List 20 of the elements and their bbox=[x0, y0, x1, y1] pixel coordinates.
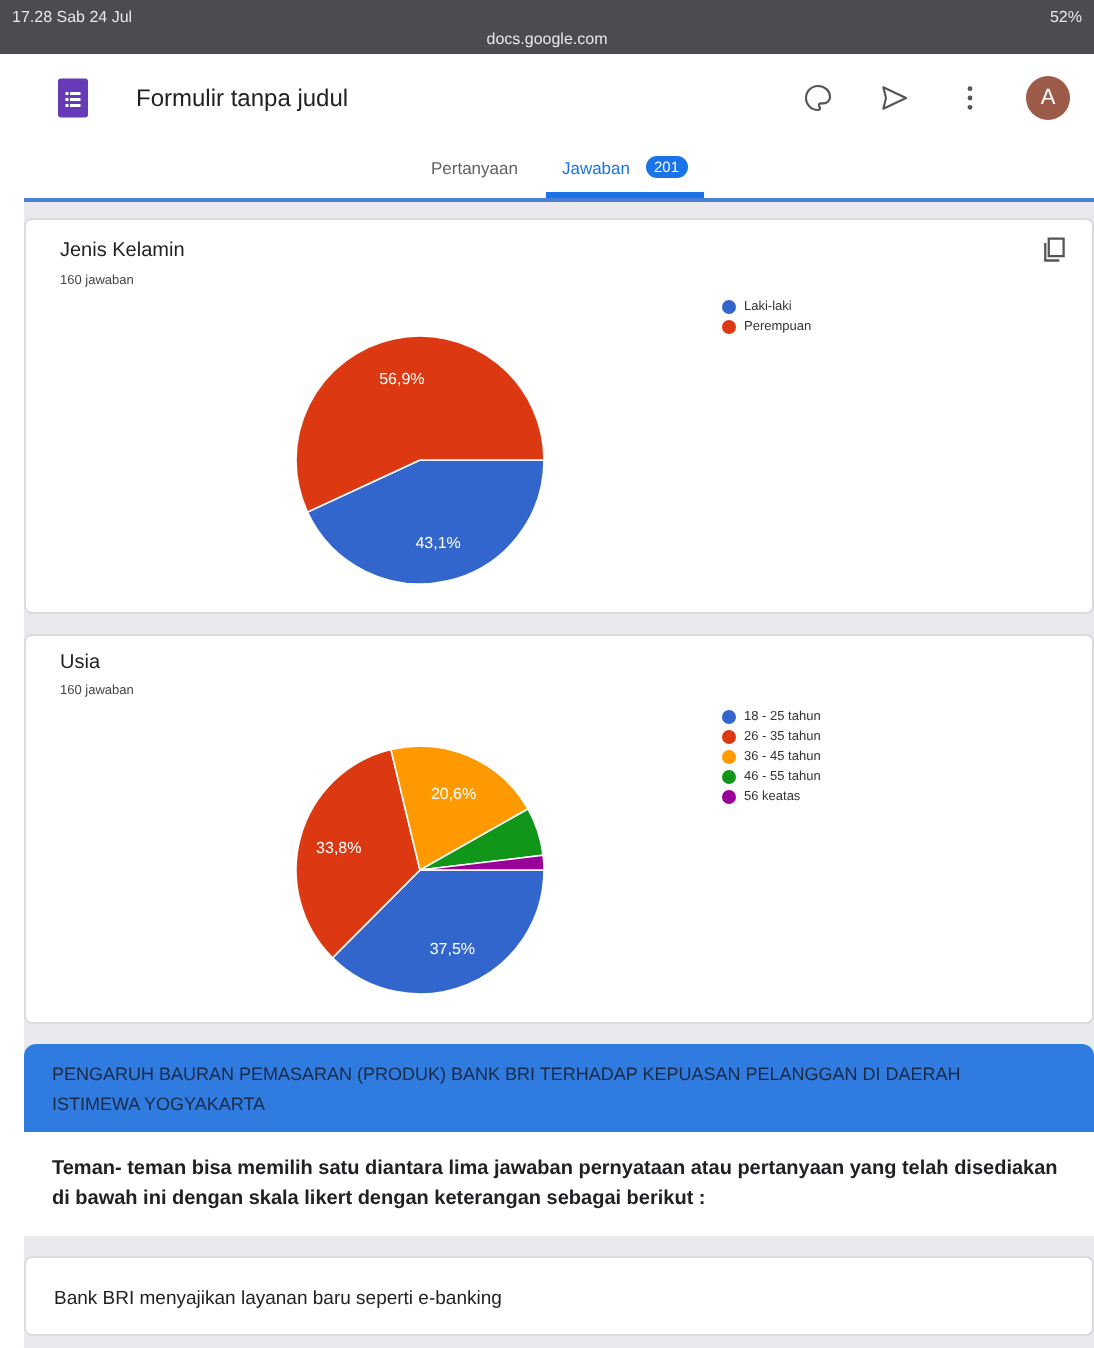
tab[interactable]: Pertanyaan bbox=[414, 142, 534, 198]
battery-level: 52% bbox=[1049, 8, 1082, 30]
url-text[interactable]: docs.google.com bbox=[486, 30, 608, 48]
copy-icon[interactable] bbox=[1040, 236, 1068, 264]
section-description: Teman- teman bisa memilih satu diantara lima jawaban pernyataan atau pertanyaan yang telah disediakan di bawah ini dengan skala likert dengan keterangan sebagai berikut : bbox=[52, 1156, 1060, 1214]
question-title: Bank BRI menyajikan layanan baru seperti e-banking bbox=[54, 1288, 502, 1310]
avatar[interactable]: A bbox=[1026, 76, 1070, 120]
send-icon[interactable] bbox=[878, 82, 910, 114]
question-title: Usia bbox=[60, 652, 101, 674]
section-title: PENGARUH BAURAN PEMASARAN (PRODUK) BANK BRI TERHADAP KEPUASAN PELANGGAN DI DAERAH ISTIMEWA YOGYAKARTA bbox=[52, 1062, 963, 1118]
slice-label: 20,6% bbox=[430, 784, 477, 803]
status-time: 17.28 Sab 24 Jul bbox=[12, 8, 133, 30]
forms-logo-icon[interactable] bbox=[58, 78, 88, 118]
slice-label: 33,8% bbox=[316, 839, 362, 858]
slice-label: 37,5% bbox=[429, 939, 476, 958]
slice-label: 43,1% bbox=[415, 534, 461, 553]
question-title: Jenis Kelamin bbox=[60, 239, 185, 261]
form-title[interactable]: Formulir tanpa judul bbox=[136, 84, 349, 112]
slice-label: 56,9% bbox=[379, 369, 425, 388]
palette-icon[interactable] bbox=[802, 82, 834, 114]
